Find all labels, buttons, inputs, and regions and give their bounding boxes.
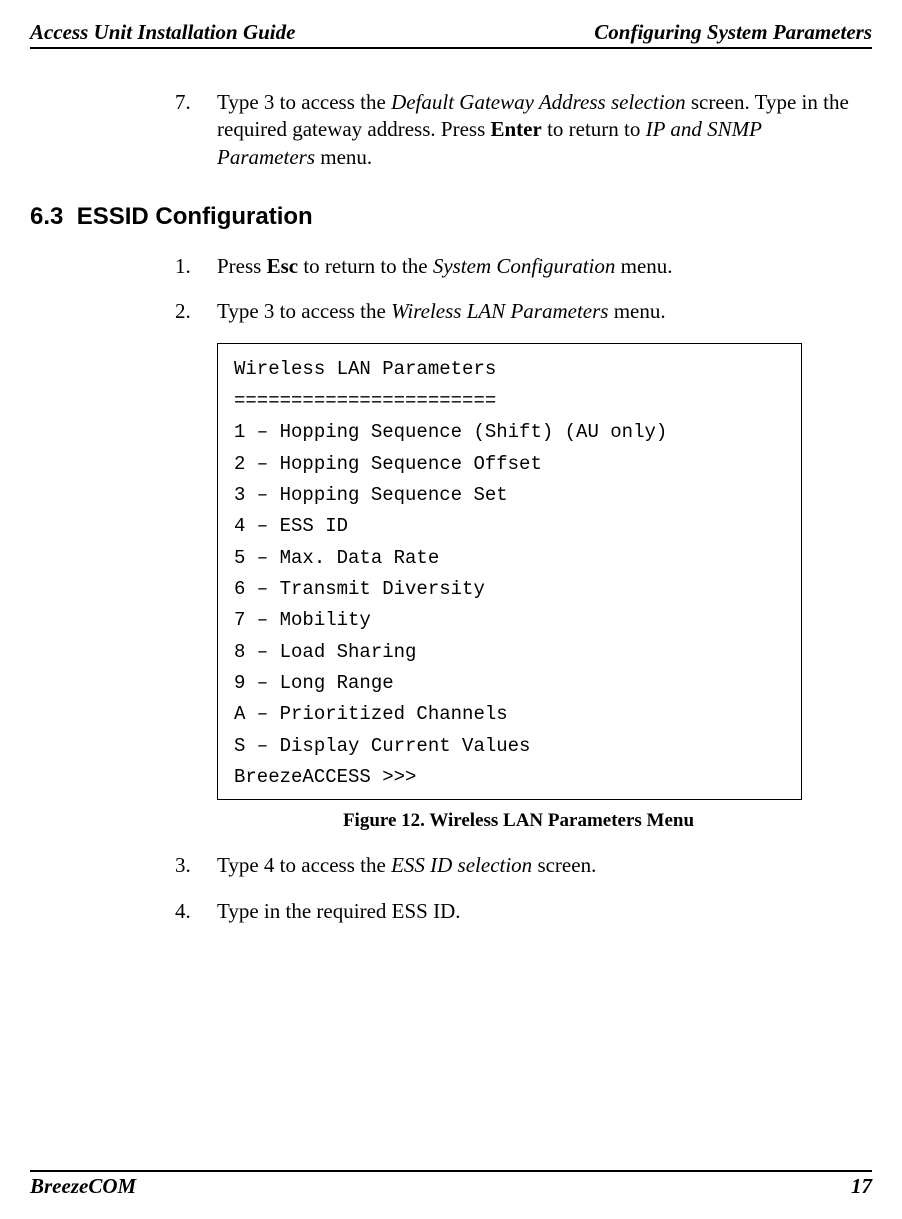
code-line: BreezeACCESS >>> [234,762,785,793]
code-line: 2 – Hopping Sequence Offset [234,449,785,480]
step-1: 1. Press Esc to return to the System Con… [175,253,862,280]
code-line: S – Display Current Values [234,731,785,762]
code-line: A – Prioritized Channels [234,699,785,730]
code-line: 4 – ESS ID [234,511,785,542]
step-number: 2. [175,298,217,325]
section-heading: 6.3 ESSID Configuration [30,203,872,231]
code-line: 8 – Load Sharing [234,637,785,668]
code-line: Wireless LAN Parameters [234,354,785,385]
step-number: 4. [175,898,217,925]
footer-page-number: 17 [851,1174,872,1199]
step-number: 7. [175,89,217,171]
section-number: 6.3 [30,203,63,230]
step-3: 3. Type 4 to access the ESS ID selection… [175,852,862,879]
step-number: 1. [175,253,217,280]
step-text: Press Esc to return to the System Config… [217,253,862,280]
code-line: 5 – Max. Data Rate [234,543,785,574]
code-line: 6 – Transmit Diversity [234,574,785,605]
page-header: Access Unit Installation Guide Configuri… [30,20,872,49]
code-line: 9 – Long Range [234,668,785,699]
header-left: Access Unit Installation Guide [30,20,295,45]
step-4: 4. Type in the required ESS ID. [175,898,862,925]
code-line: 3 – Hopping Sequence Set [234,480,785,511]
code-line: 1 – Hopping Sequence (Shift) (AU only) [234,417,785,448]
header-right: Configuring System Parameters [594,20,872,45]
section-body: 1. Press Esc to return to the System Con… [175,253,862,925]
figure-caption: Figure 12. Wireless LAN Parameters Menu [175,810,862,832]
footer-left: BreezeCOM [30,1174,136,1199]
step-7: 7. Type 3 to access the Default Gateway … [175,89,862,171]
step-text: Type 4 to access the ESS ID selection sc… [217,852,862,879]
step-number: 3. [175,852,217,879]
step-2: 2. Type 3 to access the Wireless LAN Par… [175,298,862,325]
section-title: ESSID Configuration [77,203,313,230]
step-text: Type 3 to access the Default Gateway Add… [217,89,862,171]
body: 7. Type 3 to access the Default Gateway … [175,89,862,171]
code-line: ======================= [234,386,785,417]
code-block: Wireless LAN Parameters ================… [217,343,802,800]
code-line: 7 – Mobility [234,605,785,636]
step-text: Type in the required ESS ID. [217,898,862,925]
step-text: Type 3 to access the Wireless LAN Parame… [217,298,862,325]
page-footer: BreezeCOM 17 [30,1170,872,1199]
